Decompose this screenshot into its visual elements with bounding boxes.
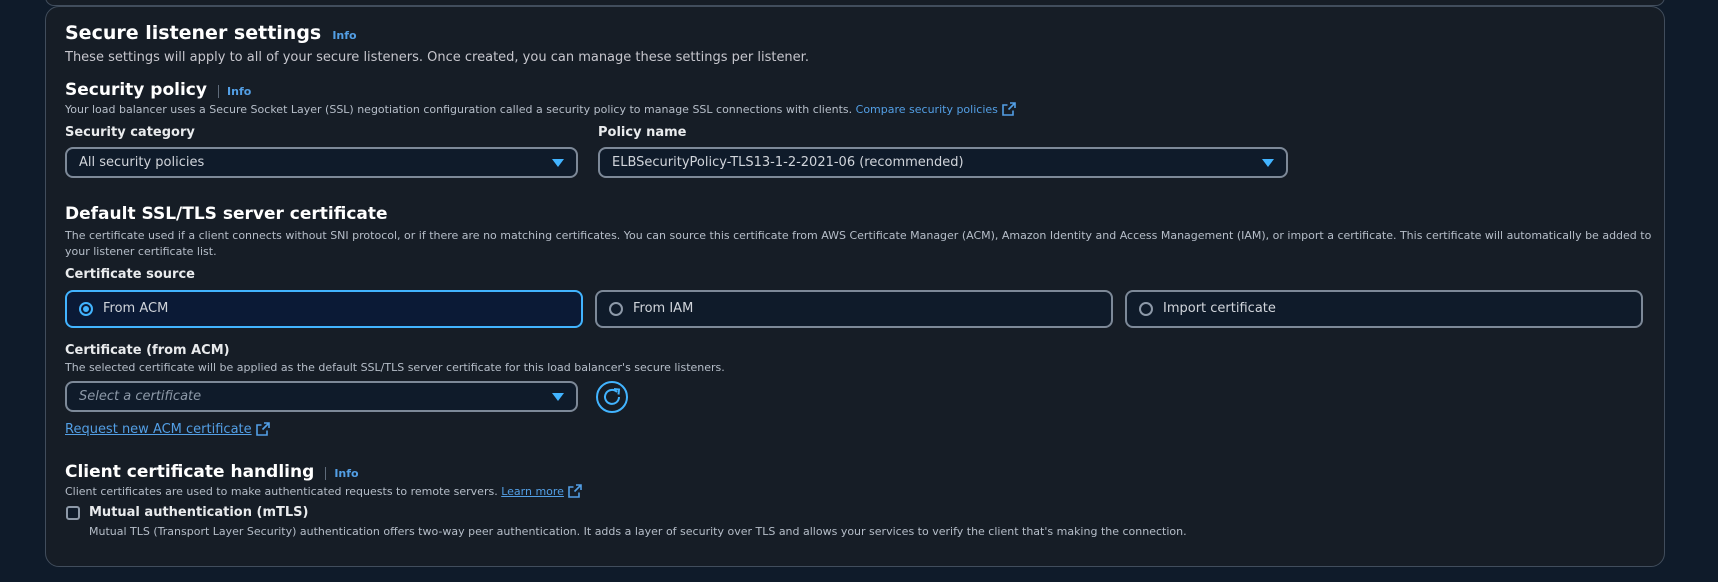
default-cert-title: Default SSL/TLS server certificate bbox=[65, 204, 388, 224]
radio-icon[interactable] bbox=[1139, 302, 1153, 316]
client-cert-header: Client certificate handling Info bbox=[65, 462, 359, 482]
default-cert-description-line1: The certificate used if a client connect… bbox=[65, 229, 1652, 242]
section-title: Secure listener settings bbox=[65, 22, 322, 44]
certificate-source-label: Certificate source bbox=[65, 267, 195, 282]
security-category-label: Security category bbox=[65, 125, 195, 140]
acm-certificate-description: The selected certificate will be applied… bbox=[65, 361, 725, 374]
source-option-acm[interactable]: From ACM bbox=[65, 290, 583, 328]
compare-security-policies-link[interactable]: Compare security policies bbox=[855, 102, 1016, 116]
policy-name-value: ELBSecurityPolicy-TLS13-1-2-2021-06 (rec… bbox=[612, 155, 964, 170]
external-link-icon bbox=[1002, 102, 1016, 116]
section-header: Secure listener settings Info bbox=[65, 22, 357, 44]
source-option-label: From ACM bbox=[103, 301, 169, 316]
client-cert-description-row: Client certificates are used to make aut… bbox=[65, 484, 582, 500]
client-cert-info-link[interactable]: Info bbox=[325, 467, 359, 480]
mtls-label[interactable]: Mutual authentication (mTLS) bbox=[89, 505, 308, 520]
security-policy-title: Security policy bbox=[65, 80, 207, 100]
security-policy-description-row: Your load balancer uses a Secure Socket … bbox=[65, 102, 1016, 118]
external-link-icon bbox=[255, 422, 270, 436]
mtls-description: Mutual TLS (Transport Layer Security) au… bbox=[89, 525, 1187, 538]
policy-name-label: Policy name bbox=[598, 125, 687, 140]
learn-more-link[interactable]: Learn more bbox=[501, 484, 582, 498]
security-category-select[interactable]: All security policies bbox=[65, 147, 578, 178]
certificate-select[interactable]: Select a certificate bbox=[65, 381, 578, 412]
client-cert-description: Client certificates are used to make aut… bbox=[65, 485, 498, 498]
source-option-import[interactable]: Import certificate bbox=[1125, 290, 1643, 328]
acm-certificate-label: Certificate (from ACM) bbox=[65, 343, 230, 358]
secure-listener-settings-panel bbox=[45, 6, 1665, 567]
refresh-certificates-button[interactable] bbox=[596, 381, 628, 413]
source-option-iam[interactable]: From IAM bbox=[595, 290, 1113, 328]
mtls-checkbox[interactable] bbox=[66, 506, 80, 520]
source-option-label: From IAM bbox=[633, 301, 694, 316]
security-policy-description: Your load balancer uses a Secure Socket … bbox=[65, 103, 853, 116]
client-cert-title: Client certificate handling bbox=[65, 462, 315, 482]
request-link-label: Request new ACM certificate bbox=[65, 422, 252, 437]
compare-link-label: Compare security policies bbox=[855, 103, 998, 116]
external-link-icon bbox=[568, 484, 582, 498]
learn-more-label: Learn more bbox=[501, 485, 564, 498]
policy-name-select[interactable]: ELBSecurityPolicy-TLS13-1-2-2021-06 (rec… bbox=[598, 147, 1288, 178]
security-policy-info-link[interactable]: Info bbox=[218, 85, 252, 98]
default-cert-description-line2: your listener certificate list. bbox=[65, 245, 217, 258]
section-description: These settings will apply to all of your… bbox=[65, 50, 809, 65]
radio-icon[interactable] bbox=[609, 302, 623, 316]
source-option-label: Import certificate bbox=[1163, 301, 1276, 316]
refresh-icon bbox=[604, 388, 621, 405]
caret-down-icon bbox=[552, 393, 564, 401]
info-link[interactable]: Info bbox=[332, 29, 356, 42]
security-policy-header: Security policy Info bbox=[65, 80, 252, 100]
security-category-value: All security policies bbox=[79, 155, 205, 170]
certificate-select-placeholder: Select a certificate bbox=[79, 389, 202, 404]
caret-down-icon bbox=[1262, 159, 1274, 167]
caret-down-icon bbox=[552, 159, 564, 167]
radio-selected-icon[interactable] bbox=[79, 302, 93, 316]
request-acm-certificate-link[interactable]: Request new ACM certificate bbox=[65, 422, 270, 437]
